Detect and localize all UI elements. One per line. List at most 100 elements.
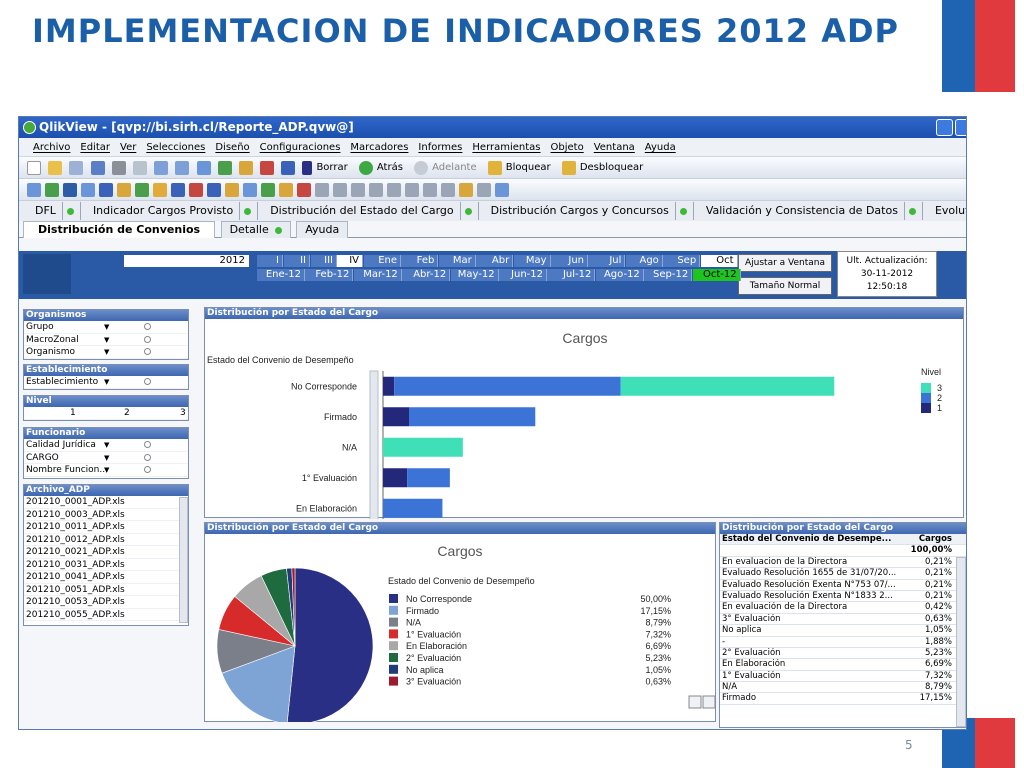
radio-icon[interactable]	[144, 441, 151, 448]
organismos-row[interactable]: Grupo ▼	[24, 321, 188, 334]
borrar-button[interactable]: Borrar	[316, 162, 347, 173]
design-tool-icon[interactable]	[315, 183, 329, 197]
dropdown-arrow-icon[interactable]: ▼	[104, 464, 109, 477]
bar-segment[interactable]	[383, 407, 409, 427]
month-year-option[interactable]: Abr-12	[402, 269, 451, 281]
tab-sheet-3[interactable]: Distribución Cargos y Concursos	[479, 202, 694, 220]
quarter-option[interactable]: II	[284, 255, 310, 267]
radio-icon[interactable]	[144, 348, 151, 355]
table-row[interactable]: En evaluacion de la Directora 0,21%	[720, 557, 966, 569]
table-row[interactable]: 1° Evaluación 7,32%	[720, 671, 966, 683]
menu-item-8[interactable]: Herramientas	[472, 142, 540, 153]
table-row[interactable]: Evaluado Resolución Exenta N°753 07/... 0…	[720, 580, 966, 591]
file-list-item[interactable]: 201210_0053_ADP.xls	[24, 596, 188, 609]
menu-item-2[interactable]: Ver	[120, 142, 136, 153]
borrar-icon[interactable]	[302, 161, 313, 175]
quarter-option[interactable]: IV	[337, 255, 363, 267]
dropdown-arrow-icon[interactable]: ▼	[104, 376, 109, 389]
year-selector[interactable]: 2012	[124, 255, 249, 267]
table-row[interactable]: N/A 8,79%	[720, 682, 966, 694]
adelante-button[interactable]: Adelante	[432, 162, 476, 173]
month-option[interactable]: Jul	[588, 255, 626, 267]
back-icon[interactable]	[358, 161, 373, 175]
menu-item-11[interactable]: Ayuda	[645, 142, 676, 153]
scroll-down-icon[interactable]	[702, 695, 716, 709]
month-year-option[interactable]: Jun-12	[499, 269, 547, 281]
bar-segment[interactable]	[394, 376, 621, 396]
file-list-item[interactable]: 201210_0055_ADP.xls	[24, 609, 188, 621]
table-row[interactable]: Evaluado Resolución Exenta N°1833 2... 0,…	[720, 591, 966, 603]
month-option[interactable]: Feb	[401, 255, 439, 267]
design-tool-icon[interactable]	[423, 183, 437, 197]
file-list-item[interactable]: 201210_0001_ADP.xls	[24, 496, 188, 509]
menu-item-4[interactable]: Diseño	[215, 142, 249, 153]
month-option[interactable]: Ago	[625, 255, 663, 267]
tab-sheet-5[interactable]: Evolutivo	[923, 202, 966, 220]
preview-icon[interactable]	[132, 161, 147, 175]
menu-item-10[interactable]: Ventana	[594, 142, 635, 153]
month-option[interactable]: Sep	[663, 255, 701, 267]
radio-icon[interactable]	[144, 378, 151, 385]
design-tool-icon[interactable]	[63, 183, 77, 197]
quarter-option[interactable]: I	[257, 255, 283, 267]
design-tool-icon[interactable]	[333, 183, 347, 197]
organismos-row[interactable]: MacroZonal ▼	[24, 334, 188, 347]
month-option[interactable]: Oct	[700, 255, 738, 267]
design-tool-icon[interactable]	[369, 183, 383, 197]
tab-sheet-0[interactable]: DFL	[23, 202, 81, 220]
bar-segment[interactable]	[409, 407, 536, 427]
bar-segment[interactable]	[407, 468, 450, 488]
menu-item-0[interactable]: Archivo	[33, 142, 70, 153]
design-tool-icon[interactable]	[279, 183, 293, 197]
table-row[interactable]: Firmado 17,15%	[720, 693, 966, 705]
menu-item-1[interactable]: Editar	[80, 142, 110, 153]
design-tool-icon[interactable]	[99, 183, 113, 197]
month-year-option[interactable]: Oct-12	[692, 269, 741, 281]
design-tool-icon[interactable]	[477, 183, 491, 197]
tab-distribucion-convenios[interactable]: Distribución de Convenios	[23, 221, 216, 238]
design-tool-icon[interactable]	[189, 183, 203, 197]
bloquear-button[interactable]: Bloquear	[506, 162, 551, 173]
undo-icon[interactable]	[154, 161, 169, 175]
chart-scrollbar[interactable]	[369, 370, 379, 519]
design-tool-icon[interactable]	[243, 183, 257, 197]
design-tool-icon[interactable]	[117, 183, 131, 197]
design-tool-icon[interactable]	[81, 183, 95, 197]
file-list-item[interactable]: 201210_0041_ADP.xls	[24, 571, 188, 584]
dropdown-arrow-icon[interactable]: ▼	[104, 334, 109, 347]
establecimiento-row[interactable]: Establecimiento ▼	[24, 376, 188, 389]
scroll-up-icon[interactable]	[688, 695, 702, 709]
design-tool-icon[interactable]	[225, 183, 239, 197]
month-year-option[interactable]: Sep-12	[644, 269, 693, 281]
design-tool-icon[interactable]	[153, 183, 167, 197]
tab-ayuda[interactable]: Ayuda	[296, 221, 349, 238]
menu-item-9[interactable]: Objeto	[551, 142, 584, 153]
lock-icon[interactable]	[487, 161, 502, 175]
month-option[interactable]: Ene	[364, 255, 401, 267]
open-icon[interactable]	[48, 161, 63, 175]
radio-icon[interactable]	[144, 335, 151, 343]
print-icon[interactable]	[111, 161, 126, 175]
tab-sheet-2[interactable]: Distribución del Estado del Cargo	[258, 202, 479, 220]
design-tool-icon[interactable]	[27, 183, 41, 197]
save-icon[interactable]	[90, 161, 105, 175]
month-option[interactable]: Mar	[438, 255, 476, 267]
select-icon[interactable]	[217, 161, 232, 175]
table-row[interactable]: En evaluación de la Directora 0,42%	[720, 602, 966, 614]
design-tool-icon[interactable]	[495, 183, 509, 197]
radio-icon[interactable]	[144, 466, 151, 473]
file-list-item[interactable]: 201210_0011_ADP.xls	[24, 521, 188, 534]
quarter-option[interactable]: III	[311, 255, 337, 267]
menu-item-6[interactable]: Marcadores	[350, 142, 408, 153]
desbloquear-button[interactable]: Desbloquear	[580, 162, 643, 173]
nivel-option-1[interactable]: 1	[70, 407, 76, 420]
funcionario-row[interactable]: Calidad Jurídica ▼	[24, 439, 188, 452]
dropdown-arrow-icon[interactable]: ▼	[104, 346, 109, 359]
dropdown-arrow-icon[interactable]: ▼	[104, 439, 109, 452]
month-option[interactable]: Jun	[551, 255, 588, 267]
table-row[interactable]: 2° Evaluación 5,23%	[720, 648, 966, 660]
tab-detalle[interactable]: Detalle	[220, 221, 291, 238]
chart-icon[interactable]	[238, 161, 253, 175]
minimize-window-button[interactable]	[936, 119, 953, 136]
table-row[interactable]: - 1,88%	[720, 637, 966, 648]
